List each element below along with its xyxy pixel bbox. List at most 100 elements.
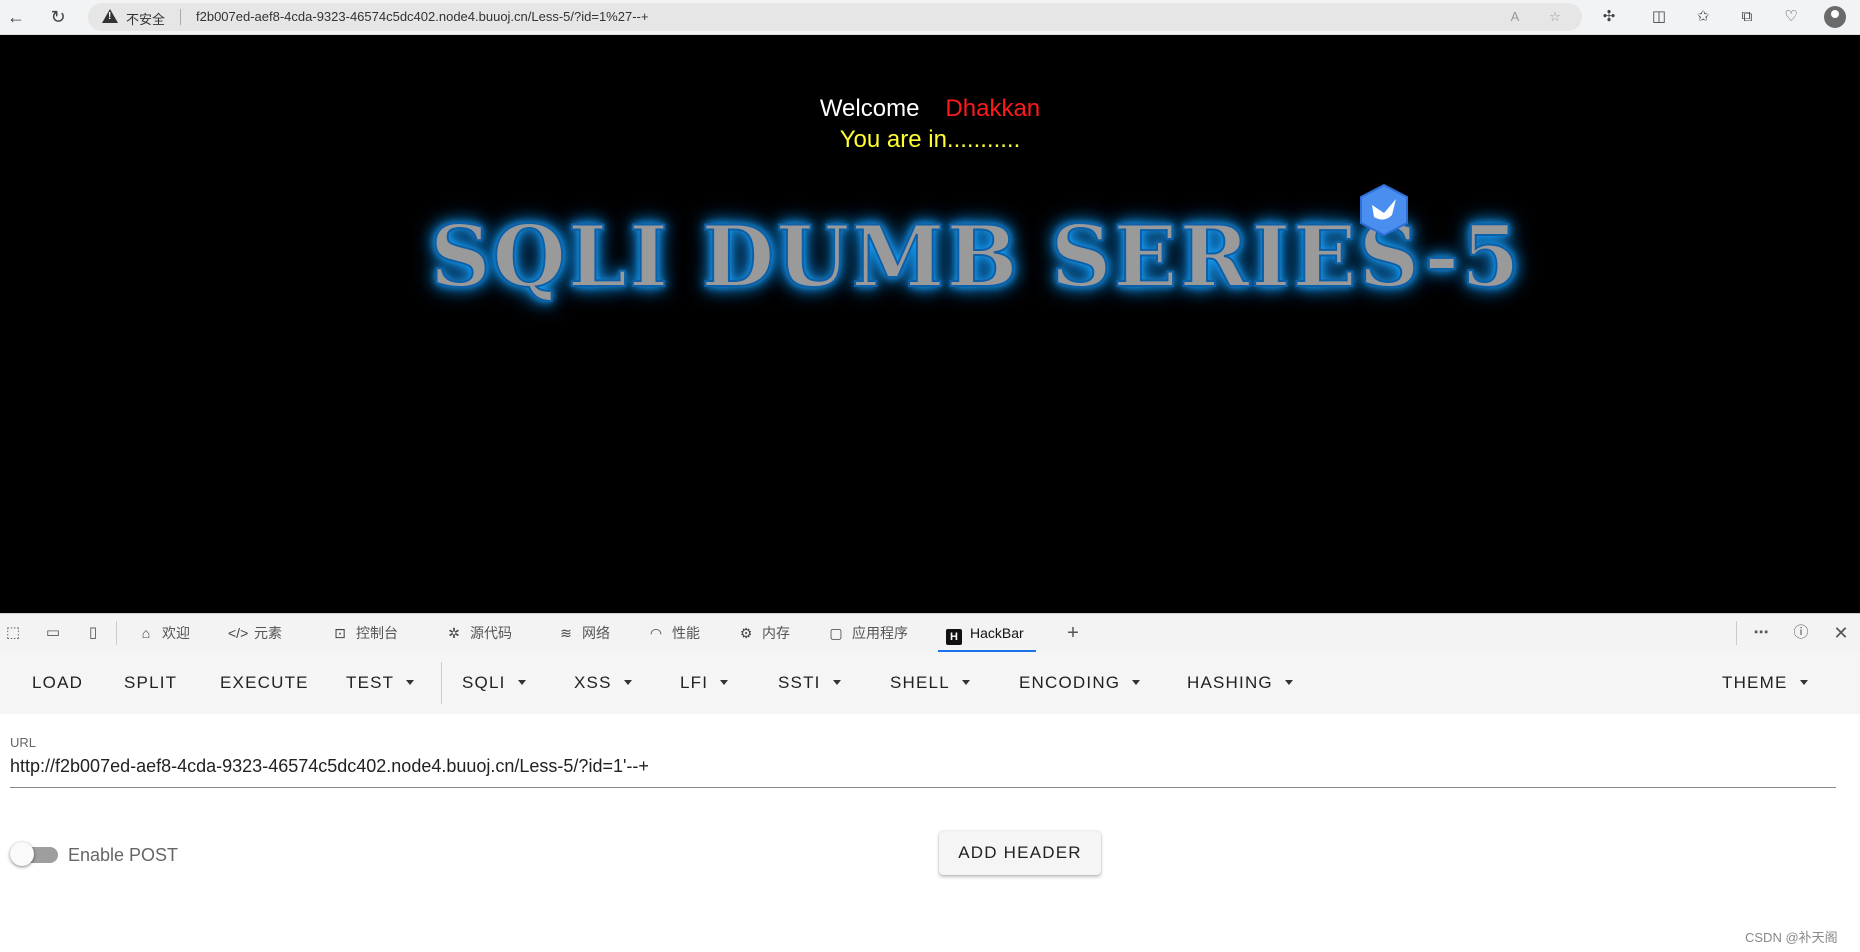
test-label: TEST [346,673,395,692]
web-page: Welcome Dhakkan You are in........... SQL… [0,35,1860,613]
caret-down-icon [720,680,729,685]
url-input-underline [10,787,1836,788]
code-icon: </> [228,625,249,641]
dock-side-icon[interactable]: ▯ [82,623,104,643]
collections-icon[interactable]: ⧉ [1736,6,1758,28]
bird-badge-icon[interactable] [1358,183,1410,237]
tab-application[interactable]: ▢ 应用程序 [826,614,908,652]
devtools-panel: ⬚ ▭ ▯ ⌂ 欢迎 </> 元素 ⊡ 控制台 ✲ 源代码 ≋ 网络 ◠ 性能 ⚙ 内存 ▢ 应… [0,613,1860,952]
profile-avatar[interactable] [1824,6,1846,28]
menu-divider [441,662,442,704]
tab-label: 源代码 [470,625,512,641]
extensions-icon[interactable]: ✣ [1598,6,1620,28]
hackbar-icon: H [946,629,962,645]
caret-down-icon [1284,680,1293,685]
gauge-icon: ◠ [649,625,663,641]
favorite-star-icon[interactable]: ☆ [1546,8,1564,26]
lfi-label: LFI [680,673,709,692]
tab-welcome[interactable]: ⌂ 欢迎 [136,614,190,652]
tab-label: 元素 [254,625,282,641]
ssti-label: SSTI [778,673,821,692]
caret-down-icon [1132,680,1141,685]
caret-down-icon [1799,680,1808,685]
theme-label: THEME [1722,673,1788,692]
test-dropdown[interactable]: TEST [346,652,415,714]
add-tab-icon[interactable]: + [1062,623,1084,643]
username: Dhakkan [945,95,1041,122]
url-input[interactable]: http://f2b007ed-aef8-4cda-9323-46574c5dc… [10,756,649,777]
browser-toolbar: ← ↻ 不安全 f2b007ed-aef8-4cda-9323-46574c5d… [0,0,1860,35]
devtools-tab-strip: ⬚ ▭ ▯ ⌂ 欢迎 </> 元素 ⊡ 控制台 ✲ 源代码 ≋ 网络 ◠ 性能 ⚙ 内存 ▢ 应… [0,613,1860,653]
back-arrow-icon[interactable]: ← [4,5,28,29]
close-icon[interactable]: ✕ [1830,623,1852,643]
chip-icon: ⚙ [739,625,753,641]
warning-icon[interactable] [102,9,118,23]
address-separator [180,9,181,25]
enable-post-toggle[interactable] [10,842,58,866]
tab-label: HackBar [970,625,1024,641]
tab-hackbar[interactable]: H HackBar [938,614,1036,652]
bug-icon: ✲ [448,625,460,641]
shell-label: SHELL [890,673,950,692]
tab-console[interactable]: ⊡ 控制台 [330,614,398,652]
tab-network[interactable]: ≋ 网络 [556,614,610,652]
address-text[interactable]: f2b007ed-aef8-4cda-9323-46574c5dc402.nod… [196,9,648,24]
home-icon: ⌂ [141,625,151,641]
tab-sources[interactable]: ✲ 源代码 [444,614,512,652]
caret-down-icon [623,680,632,685]
encoding-label: ENCODING [1019,673,1121,692]
encoding-dropdown[interactable]: ENCODING [1019,652,1141,714]
split-screen-icon[interactable]: ◫ [1648,6,1670,28]
device-emulation-icon[interactable]: ▭ [42,623,64,643]
caret-down-icon [517,680,526,685]
tab-memory[interactable]: ⚙ 内存 [736,614,790,652]
ssti-dropdown[interactable]: SSTI [778,652,841,714]
enable-post-label: Enable POST [68,845,179,865]
tab-label: 性能 [672,625,700,641]
more-options-icon[interactable]: ⋯ [1750,623,1772,643]
browser-essentials-icon[interactable]: ♡ [1780,6,1802,28]
watermark: CSDN @补天阁 [1745,930,1838,945]
caret-down-icon [406,680,415,685]
devtools-separator [116,621,117,645]
shell-dropdown[interactable]: SHELL [890,652,970,714]
help-icon[interactable]: ⓘ [1790,623,1812,643]
status-message: You are in........... [839,126,1021,153]
tab-label: 应用程序 [852,625,908,641]
welcome-text: Welcome [819,95,920,122]
devtools-separator [1736,621,1737,645]
refresh-icon[interactable]: ↻ [46,5,70,29]
xss-dropdown[interactable]: XSS [574,652,632,714]
xss-label: XSS [574,673,612,692]
tab-label: 内存 [762,625,790,641]
insecure-label[interactable]: 不安全 [126,9,165,28]
sqli-dropdown[interactable]: SQLI [462,652,526,714]
caret-down-icon [961,680,970,685]
welcome-line: Welcome Dhakkan [0,95,1860,123]
read-aloud-icon[interactable]: A [1506,8,1524,26]
hashing-label: HASHING [1187,673,1273,692]
tab-performance[interactable]: ◠ 性能 [646,614,700,652]
address-bar[interactable]: 不安全 f2b007ed-aef8-4cda-9323-46574c5dc402… [88,3,1582,31]
load-button[interactable]: LOAD [32,652,83,714]
theme-dropdown[interactable]: THEME [1722,652,1808,714]
split-button[interactable]: SPLIT [124,652,177,714]
tab-elements[interactable]: </> 元素 [228,614,282,652]
tab-label: 网络 [582,625,610,641]
favorites-icon[interactable]: ✩ [1692,6,1714,28]
inspect-icon[interactable]: ⬚ [2,623,24,643]
hashing-dropdown[interactable]: HASHING [1187,652,1293,714]
caret-down-icon [832,680,841,685]
execute-button[interactable]: EXECUTE [220,652,309,714]
tab-label: 欢迎 [162,625,190,641]
lfi-dropdown[interactable]: LFI [680,652,729,714]
add-header-button[interactable]: ADD HEADER [939,831,1101,875]
hackbar-menu: LOAD SPLIT EXECUTE TEST SQLI XSS LFI SST… [0,652,1860,714]
sqli-label: SQLI [462,673,506,692]
wifi-icon: ≋ [560,625,572,641]
console-icon: ⊡ [334,625,346,641]
tab-label: 控制台 [356,625,398,641]
window-icon: ▢ [829,625,843,641]
url-field-label: URL [10,735,37,750]
toggle-knob[interactable] [10,842,34,866]
